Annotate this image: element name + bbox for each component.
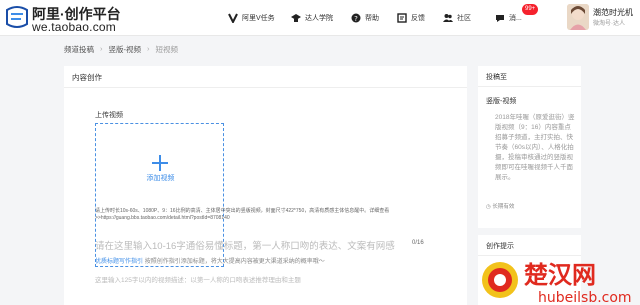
breadcrumb: 频道投稿 › 竖版-视频 › 短视频 — [64, 44, 178, 55]
add-video-button[interactable]: 添加视频 — [96, 173, 225, 183]
logo-subtitle: we.taobao.com — [32, 20, 116, 34]
feedback-icon — [397, 13, 407, 23]
channel-description: 2018年哇喔（原爱逛街）竖版视频（9：16）内容重点招募子频道，主打实拍、快节… — [495, 114, 575, 181]
validity-note: ◷ 长期有效 — [486, 202, 514, 210]
top-navigation-bar: 阿里·创作平台 we.taobao.com 阿里V任务 达人学院 ? 帮助 反馈… — [0, 0, 640, 36]
title-guide-text: 按照创作指引添加标题，将大大提高内容被更大渠道采纳的概率哦～ — [144, 259, 325, 265]
upload-requirements-hint: 请上传时长10s-60s、1080P、9：16比例的高清、主体居中突出的竖版视频… — [95, 208, 390, 221]
community-icon — [443, 14, 453, 22]
v-icon — [228, 13, 238, 23]
title-guide: 优质标题写作指引 按照创作指引添加标题，将大大提高内容被更大渠道采纳的概率哦～ — [95, 256, 325, 265]
submit-to-title: 投稿至 — [486, 74, 507, 81]
user-role: 微淘号·达人 — [593, 21, 625, 27]
nav-item-academy[interactable]: 达人学院 — [291, 10, 333, 26]
content-creation-panel: 内容创作 上传视频 添加视频 请上传时长10s-60s、1080P、9：16比例… — [64, 66, 467, 305]
nav-item-feedback[interactable]: 反馈 — [397, 10, 425, 26]
avatar-image — [567, 4, 589, 30]
breadcrumb-separator: › — [100, 44, 103, 53]
nav-label: 帮助 — [365, 15, 379, 22]
description-input[interactable]: 这里输入125字以内的视频描述：以第一人称的口吻表述推荐理由和主题 — [95, 274, 301, 284]
nav-label: 阿里V任务 — [242, 15, 275, 22]
user-name[interactable]: 潮范时光机 — [593, 7, 633, 18]
breadcrumb-item-channel[interactable]: 频道投稿 — [64, 44, 94, 55]
title-input[interactable]: 请在这里输入10-16字通俗易懂标题，第一人称口吻的表达、文案有网感 — [95, 238, 435, 252]
panel-title: 内容创作 — [72, 73, 102, 82]
avatar[interactable] — [567, 4, 589, 30]
upload-video-label: 上传视频 — [95, 112, 123, 119]
watermark-title: 楚汉网 — [524, 261, 596, 289]
submit-to-panel: 投稿至 竖版-视频 2018年哇喔（原爱逛街）竖版视频（9：16）内容重点招募子… — [478, 66, 581, 228]
taobao-logo-icon — [6, 6, 28, 28]
divider — [478, 86, 581, 87]
divider — [64, 87, 467, 88]
breadcrumb-item-vertical-video[interactable]: 竖版-视频 — [109, 44, 142, 55]
nav-label: 社区 — [457, 15, 471, 22]
graduation-cap-icon — [291, 14, 301, 22]
breadcrumb-separator: › — [147, 44, 150, 53]
help-icon: ? — [351, 13, 361, 23]
watermark-logo: 楚汉网 hubeilsb.com — [482, 261, 632, 305]
message-icon — [496, 15, 504, 22]
platform-logo[interactable]: 阿里·创作平台 we.taobao.com — [4, 3, 214, 34]
nav-item-messages[interactable]: 消... — [495, 10, 522, 26]
channel-name: 竖版-视频 — [486, 98, 517, 105]
nav-item-community[interactable]: 社区 — [443, 10, 471, 26]
validity-text: 长期有效 — [492, 204, 515, 210]
nav-label: 消... — [509, 15, 522, 22]
nav-label: 反馈 — [411, 15, 425, 22]
plus-icon — [152, 155, 168, 171]
watermark-url: hubeilsb.com — [538, 290, 632, 305]
nav-item-help[interactable]: ? 帮助 — [351, 10, 379, 26]
breadcrumb-item-current: 短视频 — [155, 45, 179, 54]
nav-label: 达人学院 — [305, 15, 333, 22]
title-char-count: 0/16 — [412, 240, 424, 246]
title-guide-link[interactable]: 优质标题写作指引 — [95, 259, 143, 265]
nav-item-v-task[interactable]: 阿里V任务 — [228, 10, 275, 26]
svg-text:?: ? — [354, 15, 358, 23]
message-count-badge: 99+ — [522, 4, 539, 15]
